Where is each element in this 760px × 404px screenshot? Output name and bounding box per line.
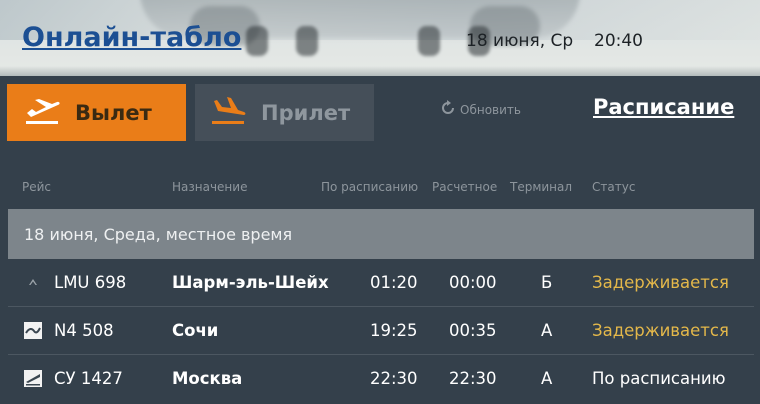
- flight-estimated-time: 00:35: [449, 321, 497, 340]
- flight-number: LMU 698: [54, 273, 127, 292]
- plane-landing-icon: [209, 96, 247, 130]
- column-header-flight: Рейс: [22, 180, 52, 194]
- tab-arrival[interactable]: Прилет: [195, 84, 374, 141]
- airline-logo-icon: [24, 274, 42, 291]
- refresh-button[interactable]: Обновить: [440, 100, 521, 119]
- column-header-destination: Назначение: [172, 180, 248, 194]
- flight-estimated-time: 22:30: [449, 369, 497, 388]
- flights-list: LMU 698 Шарм-эль-Шейх 01:20 00:00 Б Заде…: [0, 259, 760, 402]
- tab-departure-label: Вылет: [75, 100, 152, 125]
- table-row[interactable]: СУ 1427 Москва 22:30 22:30 A По расписан…: [8, 355, 754, 402]
- flight-scheduled-time: 22:30: [370, 369, 418, 388]
- table-header: Рейс Назначение По расписанию Расчетное …: [0, 152, 760, 209]
- banner-ground: [0, 66, 760, 76]
- tab-arrival-label: Прилет: [261, 100, 351, 125]
- page-title[interactable]: Онлайн-табло: [22, 22, 241, 53]
- flight-number: СУ 1427: [54, 369, 123, 388]
- flight-destination: Сочи: [172, 321, 219, 340]
- flight-status: По расписанию: [592, 369, 726, 388]
- airline-logo-icon: [24, 322, 42, 339]
- banner-wheel-shape: [418, 26, 440, 56]
- refresh-label: Обновить: [460, 102, 521, 117]
- column-header-scheduled: По расписанию: [321, 180, 419, 194]
- flight-destination: Шарм-эль-Шейх: [172, 273, 329, 292]
- table-row[interactable]: LMU 698 Шарм-эль-Шейх 01:20 00:00 Б Заде…: [8, 259, 754, 307]
- table-row[interactable]: N4 508 Сочи 19:25 00:35 A Задерживается: [8, 307, 754, 355]
- board-tabs: Вылет Прилет Обновить Расписание: [0, 76, 760, 152]
- date-section-label: 18 июня, Среда, местное время: [24, 225, 293, 244]
- flight-scheduled-time: 01:20: [370, 273, 418, 292]
- flight-destination: Москва: [172, 369, 243, 388]
- flight-terminal: Б: [541, 273, 553, 292]
- tab-departure[interactable]: Вылет: [7, 84, 186, 141]
- plane-takeoff-icon: [23, 96, 61, 130]
- column-header-terminal: Терминал: [510, 180, 573, 194]
- column-header-status: Статус: [592, 180, 636, 194]
- flight-terminal: A: [541, 321, 553, 340]
- flight-status: Задерживается: [592, 321, 729, 340]
- column-header-estimated: Расчетное: [432, 180, 498, 194]
- flight-number: N4 508: [54, 321, 114, 340]
- date-section-header: 18 июня, Среда, местное время: [8, 209, 754, 259]
- current-time: 20:40: [594, 31, 643, 51]
- flight-estimated-time: 00:00: [449, 273, 497, 292]
- flight-scheduled-time: 19:25: [370, 321, 418, 340]
- banner-wheel-shape: [296, 26, 318, 56]
- banner-wheel-shape: [246, 26, 268, 56]
- flight-terminal: A: [541, 369, 553, 388]
- header-banner: Онлайн-табло 18 июня, Ср 20:40: [0, 0, 760, 76]
- flight-status: Задерживается: [592, 273, 729, 292]
- refresh-icon: [440, 100, 456, 119]
- airline-logo-icon: [24, 370, 42, 387]
- schedule-link[interactable]: Расписание: [593, 95, 734, 119]
- current-date: 18 июня, Ср: [466, 31, 574, 51]
